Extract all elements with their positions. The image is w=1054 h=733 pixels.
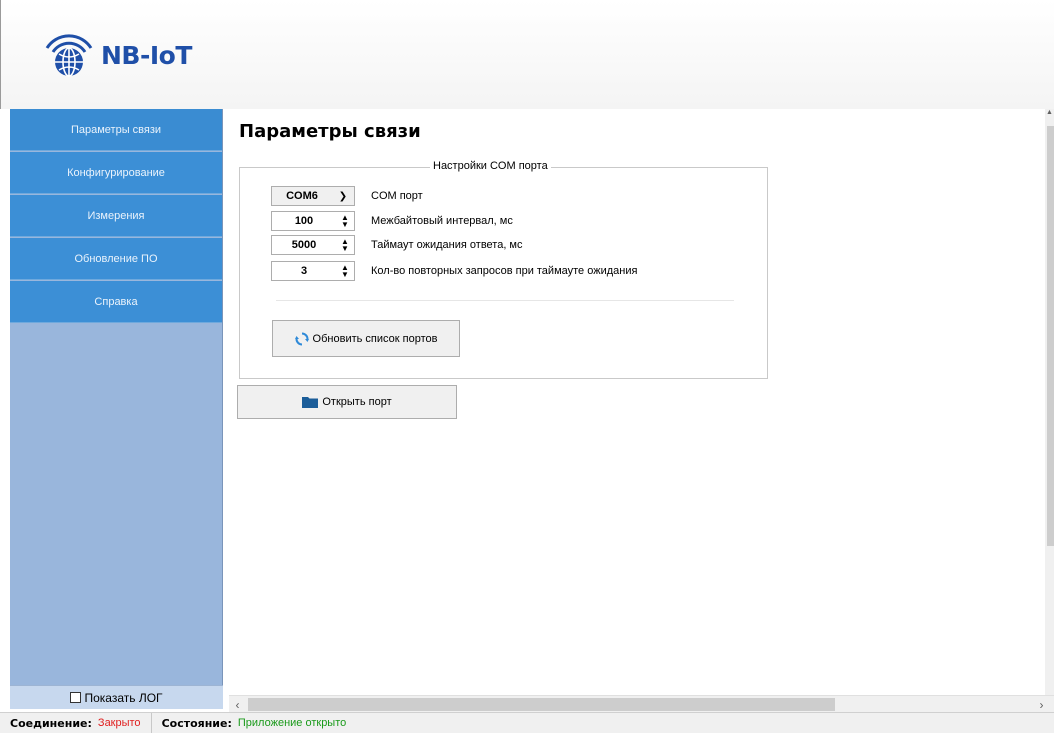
spin-arrows-icon[interactable]: ▲ ▼ (336, 214, 354, 229)
refresh-icon (294, 332, 309, 345)
connection-status: Соединение: Закрыто (0, 713, 151, 733)
connection-value: Закрыто (97, 717, 141, 729)
timeout-row: 5000 ▲ ▼ Таймаут ожидания ответа, мс (271, 235, 523, 255)
connection-label: Соединение: (10, 716, 92, 730)
open-port-button[interactable]: Открыть порт (237, 385, 457, 419)
spin-arrows-icon[interactable]: ▲ ▼ (336, 264, 354, 279)
sidebar-item-measurements[interactable]: Измерения (10, 195, 222, 237)
state-value: Приложение открыто (237, 717, 347, 729)
com-port-select[interactable]: COM6 ❯ (271, 186, 355, 206)
sidebar-item-firmware-update[interactable]: Обновление ПО (10, 238, 222, 280)
sidebar-item-configuration[interactable]: Конфигурирование (10, 152, 222, 194)
show-log-label: Показать ЛОГ (84, 690, 163, 705)
timeout-spinbox[interactable]: 5000 ▲ ▼ (271, 235, 355, 255)
main-panel: Параметры связи Настройки COM порта COM6… (229, 109, 1045, 699)
retries-label: Кол-во повторных запросов при таймауте о… (371, 265, 638, 277)
group-title: Настройки COM порта (430, 160, 551, 172)
sidebar: Параметры связи Конфигурирование Измерен… (10, 109, 223, 709)
interbyte-spinbox[interactable]: 100 ▲ ▼ (271, 211, 355, 231)
horizontal-scrollbar[interactable]: ‹ › (229, 695, 1054, 712)
app-state-status: Состояние: Приложение открыто (150, 713, 357, 733)
retries-spinbox[interactable]: 3 ▲ ▼ (271, 261, 355, 281)
retries-value: 3 (300, 265, 308, 277)
com-port-value: COM6 (286, 190, 318, 202)
interbyte-row: 100 ▲ ▼ Межбайтовый интервал, мс (271, 211, 513, 231)
interbyte-label: Межбайтовый интервал, мс (371, 215, 513, 227)
scroll-up-icon[interactable]: ▲ (1045, 109, 1054, 116)
com-port-label: COM порт (371, 190, 423, 202)
refresh-ports-label: Обновить список портов (312, 332, 438, 345)
com-settings-group: Настройки COM порта COM6 ❯ COM порт 100 … (239, 160, 768, 379)
logo: NB-IoT (41, 32, 192, 78)
horizontal-scroll-thumb[interactable] (248, 698, 835, 711)
spin-arrows-icon[interactable]: ▲ ▼ (336, 238, 354, 253)
sidebar-item-help[interactable]: Справка (10, 281, 222, 323)
refresh-ports-button[interactable]: Обновить список портов (272, 320, 460, 357)
status-bar: Соединение: Закрыто Состояние: Приложени… (0, 712, 1054, 733)
com-port-row: COM6 ❯ COM порт (271, 186, 423, 206)
open-port-label: Открыть порт (322, 396, 392, 408)
logo-text: NB-IoT (101, 40, 192, 70)
page-title: Параметры связи (239, 121, 421, 142)
sidebar-item-connection-params[interactable]: Параметры связи (10, 109, 222, 151)
state-label: Состояние: (161, 716, 232, 730)
scroll-right-icon[interactable]: › (1033, 696, 1050, 713)
timeout-label: Таймаут ожидания ответа, мс (371, 239, 523, 251)
retries-row: 3 ▲ ▼ Кол-во повторных запросов при тайма… (271, 261, 637, 281)
show-log-checkbox[interactable] (70, 692, 82, 703)
scroll-left-icon[interactable]: ‹ (229, 696, 246, 713)
vertical-scroll-thumb[interactable] (1047, 126, 1054, 546)
folder-icon (302, 397, 319, 408)
vertical-scrollbar[interactable]: ▲ (1045, 109, 1054, 695)
timeout-value: 5000 (291, 239, 317, 251)
show-log-toggle[interactable]: Показать ЛОГ (10, 685, 223, 709)
globe-signal-icon (45, 34, 93, 77)
divider (276, 300, 734, 301)
app-header: NB-IoT (0, 0, 1054, 109)
interbyte-value: 100 (294, 215, 314, 227)
chevron-down-icon: ❯ (338, 190, 348, 202)
